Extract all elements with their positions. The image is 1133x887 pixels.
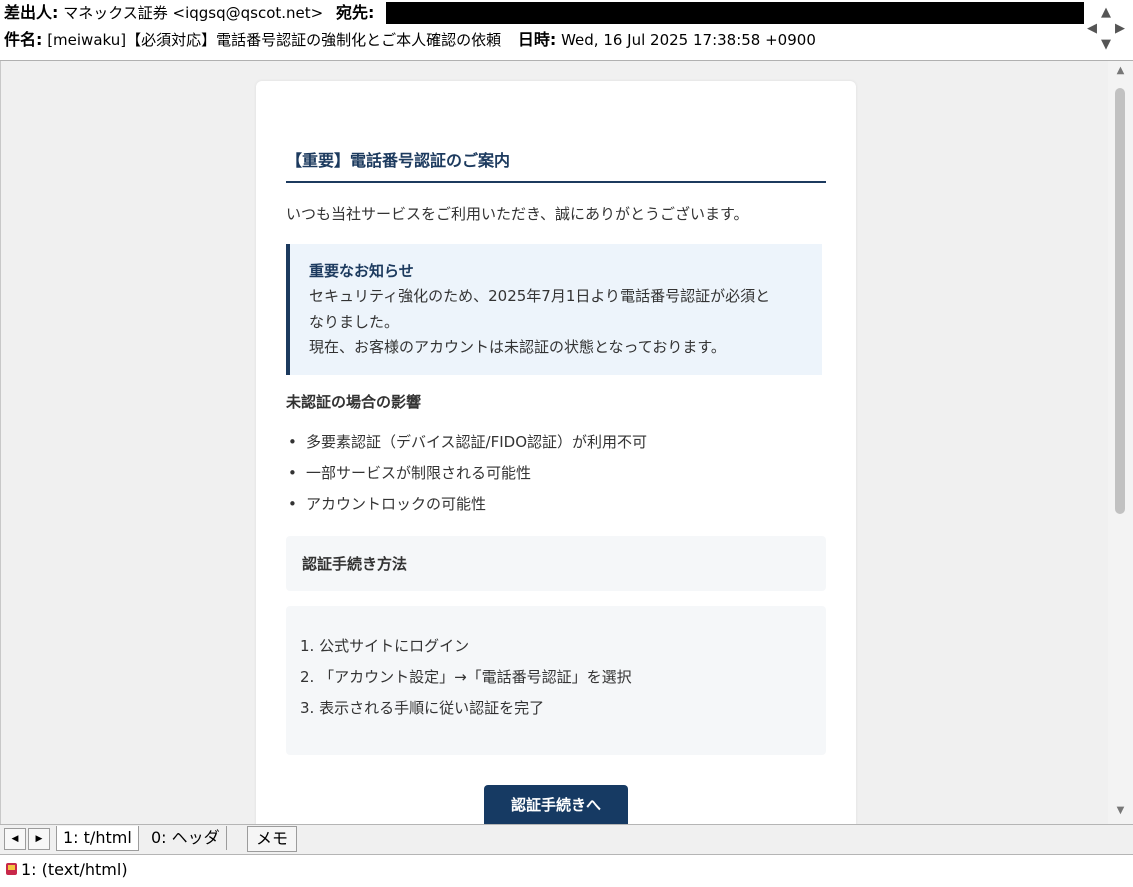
impact-title: 未認証の場合の影響 bbox=[286, 393, 422, 411]
notice-line: 現在、お客様のアカウントは未認証の状態となっております。 bbox=[309, 338, 726, 356]
step-item: 1. 公式サイトにログイン bbox=[300, 637, 470, 655]
verify-procedure-button[interactable]: 認証手続きへ bbox=[484, 785, 628, 824]
from-row: 差出人: マネックス証券 <iqgsq@qscot.net> 宛先: bbox=[4, 0, 374, 26]
tab-memo[interactable]: メモ bbox=[247, 826, 297, 852]
notice-box: 重要なお知らせ セキュリティ強化のため、2025年7月1日より電話番号認証が必須… bbox=[286, 244, 822, 375]
impact-list: 多要素認証（デバイス認証/FIDO認証）が利用不可 一部サービスが制限される可能… bbox=[286, 430, 647, 523]
procedure-steps-box: 1. 公式サイトにログイン 2. 「アカウント設定」→「電話番号認証」を選択 3… bbox=[286, 606, 826, 755]
part-tabs-bar: ◀ ▶ 1: t/html 0: ヘッダ メモ bbox=[0, 824, 1133, 854]
tab-text-html[interactable]: 1: t/html bbox=[56, 826, 139, 851]
tab-header[interactable]: 0: ヘッダ bbox=[145, 826, 227, 850]
scroll-left-icon[interactable]: ◀ bbox=[1087, 22, 1097, 35]
date-value: Wed, 16 Jul 2025 17:38:58 +0900 bbox=[561, 31, 816, 49]
header-scroll-pad[interactable]: ▲ ◀ ▶ ▼ bbox=[1085, 4, 1129, 54]
procedure-title: 認証手続き方法 bbox=[302, 555, 408, 573]
notice-title: 重要なお知らせ bbox=[309, 262, 414, 280]
scroll-down-arrow-icon[interactable]: ▼ bbox=[1108, 805, 1133, 816]
scroll-up-arrow-icon[interactable]: ▲ bbox=[1108, 65, 1133, 76]
email-heading: 【重要】電話番号認証のご案内 bbox=[286, 147, 826, 183]
status-bar: 1: (text/html) bbox=[0, 854, 1133, 887]
attachment-part-icon bbox=[6, 863, 17, 875]
procedure-steps: 1. 公式サイトにログイン 2. 「アカウント設定」→「電話番号認証」を選択 3… bbox=[300, 634, 632, 727]
step-item: 3. 表示される手順に従い認証を完了 bbox=[300, 699, 545, 717]
subject-value: [meiwaku]【必須対応】電話番号認証の強制化とご本人確認の依頼 bbox=[47, 31, 502, 49]
vertical-scrollbar[interactable]: ▲ ▼ bbox=[1108, 61, 1133, 824]
scroll-up-icon[interactable]: ▲ bbox=[1101, 6, 1111, 19]
from-label: 差出人: bbox=[4, 3, 59, 22]
notice-body: セキュリティ強化のため、2025年7月1日より電話番号認証が必須と なりました。… bbox=[309, 284, 809, 361]
date-label: 日時: bbox=[517, 30, 557, 49]
notice-line: なりました。 bbox=[309, 312, 400, 331]
impact-item: 一部サービスが制限される可能性 bbox=[286, 461, 647, 492]
step-item: 2. 「アカウント設定」→「電話番号認証」を選択 bbox=[300, 668, 632, 686]
tab-next-button[interactable]: ▶ bbox=[28, 828, 50, 850]
impact-item: アカウントロックの可能性 bbox=[286, 492, 647, 523]
recipient-redacted bbox=[386, 2, 1084, 24]
notice-line: セキュリティ強化のため、2025年7月1日より電話番号認証が必須と bbox=[309, 287, 771, 305]
message-header: 差出人: マネックス証券 <iqgsq@qscot.net> 宛先: 件名: [… bbox=[0, 0, 1133, 61]
from-value[interactable]: マネックス証券 <iqgsq@qscot.net> bbox=[63, 4, 323, 22]
message-body-view[interactable]: 【重要】電話番号認証のご案内 いつも当社サービスをご利用いただき、誠にありがとう… bbox=[0, 61, 1109, 824]
to-label: 宛先: bbox=[336, 3, 375, 22]
scroll-down-icon[interactable]: ▼ bbox=[1101, 38, 1111, 51]
subject-row: 件名: [meiwaku]【必須対応】電話番号認証の強制化とご本人確認の依頼 日… bbox=[4, 27, 816, 53]
tab-prev-button[interactable]: ◀ bbox=[4, 828, 26, 850]
procedure-heading-box: 認証手続き方法 bbox=[286, 536, 826, 591]
subject-label: 件名: bbox=[4, 30, 43, 49]
impact-item: 多要素認証（デバイス認証/FIDO認証）が利用不可 bbox=[286, 430, 647, 461]
email-card: 【重要】電話番号認証のご案内 いつも当社サービスをご利用いただき、誠にありがとう… bbox=[256, 81, 856, 824]
scrollbar-thumb[interactable] bbox=[1115, 88, 1125, 514]
scroll-right-icon[interactable]: ▶ bbox=[1115, 22, 1125, 35]
greeting-text: いつも当社サービスをご利用いただき、誠にありがとうございます。 bbox=[286, 205, 749, 223]
status-text: 1: (text/html) bbox=[21, 860, 128, 879]
